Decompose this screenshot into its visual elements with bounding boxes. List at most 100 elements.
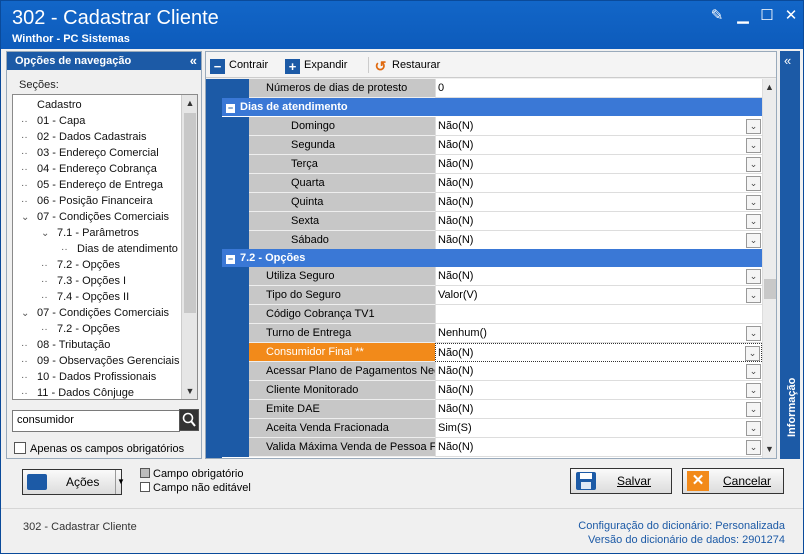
- row-value-select[interactable]: Não(N) ⌄: [435, 438, 762, 457]
- row-value-select[interactable]: Não(N) ⌄: [435, 343, 762, 362]
- grid-row[interactable]: Valida Máxima Venda de Pessoa Fís Não(N) ⌄: [222, 438, 762, 457]
- grid-row[interactable]: Quarta Não(N) ⌄: [222, 174, 762, 193]
- minimize-button[interactable]: ▁: [734, 7, 752, 25]
- tree-item[interactable]: ·· 04 - Endereço Cobrança: [21, 161, 157, 177]
- search-button[interactable]: [179, 409, 199, 431]
- grid-scrollbar[interactable]: ▲ ▼: [762, 79, 776, 458]
- chevron-down-icon[interactable]: ⌄: [746, 288, 761, 303]
- tree-item[interactable]: ·· 11 - Dados Cônjuge: [21, 385, 134, 399]
- grid-row-protest-days[interactable]: Números de dias de protesto 0: [222, 79, 762, 98]
- row-value-select[interactable]: [435, 305, 762, 324]
- row-value-select[interactable]: Não(N) ⌄: [435, 193, 762, 212]
- scroll-down-icon[interactable]: ▼: [182, 383, 197, 399]
- tree-item[interactable]: ·· 7.3 - Opções I: [41, 273, 126, 289]
- actions-button[interactable]: Ações ▼: [22, 469, 125, 495]
- tree-item[interactable]: ·· 01 - Capa: [21, 113, 85, 129]
- chevron-down-icon[interactable]: ⌄: [746, 440, 761, 455]
- row-value-select[interactable]: Não(N) ⌄: [435, 231, 762, 250]
- checkbox-box[interactable]: [14, 442, 26, 454]
- chevron-down-icon[interactable]: ⌄: [746, 214, 761, 229]
- search-input[interactable]: consumidor: [12, 410, 180, 432]
- save-button[interactable]: Salvar: [570, 468, 672, 494]
- sections-tree[interactable]: Cadastro ·· 01 - Capa ·· 02 - Dados Cadastra…: [12, 94, 198, 400]
- expand-panel-icon[interactable]: «: [784, 53, 791, 68]
- grid-row[interactable]: Segunda Não(N) ⌄: [222, 136, 762, 155]
- tree-item[interactable]: ·· 7.2 - Opções: [41, 257, 120, 273]
- tree-item[interactable]: ·· 03 - Endereço Comercial: [21, 145, 159, 161]
- chevron-down-icon[interactable]: ⌄: [21, 306, 37, 322]
- row-value-select[interactable]: Não(N) ⌄: [435, 267, 762, 286]
- tree-item[interactable]: ⌄ 7.1 - Parâmetros: [41, 225, 139, 241]
- collapse-button[interactable]: − Contrair: [210, 57, 268, 74]
- chevron-down-icon[interactable]: ⌄: [745, 346, 760, 361]
- maximize-button[interactable]: ☐: [758, 7, 776, 25]
- grid-row[interactable]: Cliente Monitorado Não(N) ⌄: [222, 381, 762, 400]
- row-value-select[interactable]: Não(N) ⌄: [435, 136, 762, 155]
- info-sidebar[interactable]: « Informação: [780, 51, 800, 459]
- dropdown-arrow-icon[interactable]: ▼: [115, 470, 125, 494]
- tree-item[interactable]: ·· 08 - Tributação: [21, 337, 110, 353]
- row-value-select[interactable]: Não(N) ⌄: [435, 212, 762, 231]
- chevron-down-icon[interactable]: ⌄: [21, 210, 37, 226]
- chevron-down-icon[interactable]: ⌄: [746, 364, 761, 379]
- grid-row[interactable]: Código Cobrança TV1: [222, 305, 762, 324]
- grid-row[interactable]: Sexta Não(N) ⌄: [222, 212, 762, 231]
- row-value-select[interactable]: Não(N) ⌄: [435, 362, 762, 381]
- chevron-down-icon[interactable]: ⌄: [746, 119, 761, 134]
- tree-item[interactable]: ·· Dias de atendimento: [61, 241, 178, 257]
- scroll-up-icon[interactable]: ▲: [763, 79, 776, 95]
- collapse-panel-icon[interactable]: «: [190, 52, 197, 70]
- row-value-select[interactable]: Não(N) ⌄: [435, 381, 762, 400]
- chevron-down-icon[interactable]: ⌄: [746, 383, 761, 398]
- restore-button[interactable]: ↺ Restaurar: [368, 57, 440, 74]
- group-header-dias[interactable]: − Dias de atendimento: [222, 98, 762, 116]
- row-value-select[interactable]: Valor(V) ⌄: [435, 286, 762, 305]
- scrollbar-thumb[interactable]: [764, 279, 776, 299]
- grid-row[interactable]: Sábado Não(N) ⌄: [222, 231, 762, 250]
- cancel-button[interactable]: ✕ Cancelar: [682, 468, 784, 494]
- scrollbar-thumb[interactable]: [184, 113, 196, 313]
- tree-item[interactable]: ·· 06 - Posição Financeira: [21, 193, 153, 209]
- chevron-down-icon[interactable]: ⌄: [746, 421, 761, 436]
- tree-item[interactable]: ·· 10 - Dados Profissionais: [21, 369, 156, 385]
- chevron-down-icon[interactable]: ⌄: [746, 157, 761, 172]
- row-value-input[interactable]: 0: [435, 79, 762, 98]
- chevron-down-icon[interactable]: ⌄: [746, 138, 761, 153]
- chevron-down-icon[interactable]: ⌄: [746, 402, 761, 417]
- row-value-select[interactable]: Não(N) ⌄: [435, 117, 762, 136]
- tree-item[interactable]: ·· 7.2 - Opções: [41, 321, 120, 337]
- tree-item[interactable]: ·· 09 - Observações Gerenciais: [21, 353, 179, 369]
- grid-row[interactable]: Emite DAE Não(N) ⌄: [222, 400, 762, 419]
- grid-row[interactable]: Domingo Não(N) ⌄: [222, 117, 762, 136]
- tree-item[interactable]: ·· 02 - Dados Cadastrais: [21, 129, 146, 145]
- tree-item[interactable]: Cadastro: [21, 97, 82, 113]
- collapse-group-icon[interactable]: −: [226, 104, 235, 113]
- tree-item[interactable]: ⌄ 07 - Condições Comerciais: [21, 305, 169, 321]
- chevron-down-icon[interactable]: ⌄: [746, 233, 761, 248]
- tree-item[interactable]: ·· 05 - Endereço de Entrega: [21, 177, 163, 193]
- grid-row-consumidor-final[interactable]: Consumidor Final ** Não(N) ⌄: [222, 343, 762, 362]
- chevron-down-icon[interactable]: ⌄: [41, 226, 57, 242]
- tree-scrollbar[interactable]: ▲ ▼: [181, 95, 197, 399]
- row-value-select[interactable]: Não(N) ⌄: [435, 400, 762, 419]
- close-button[interactable]: ✕: [782, 7, 800, 25]
- grid-row[interactable]: Aceita Venda Fracionada Sim(S) ⌄: [222, 419, 762, 438]
- chevron-down-icon[interactable]: ⌄: [746, 195, 761, 210]
- scroll-up-icon[interactable]: ▲: [182, 95, 197, 111]
- grid-row[interactable]: Tipo do Seguro Valor(V) ⌄: [222, 286, 762, 305]
- grid-row[interactable]: Utiliza Seguro Não(N) ⌄: [222, 267, 762, 286]
- chevron-down-icon[interactable]: ⌄: [746, 176, 761, 191]
- chevron-down-icon[interactable]: ⌄: [746, 269, 761, 284]
- required-only-checkbox[interactable]: Apenas os campos obrigatórios: [14, 442, 184, 455]
- collapse-group-icon[interactable]: −: [226, 255, 235, 264]
- grid-row[interactable]: Turno de Entrega Nenhum() ⌄: [222, 324, 762, 343]
- scroll-down-icon[interactable]: ▼: [763, 441, 776, 457]
- grid-row[interactable]: Quinta Não(N) ⌄: [222, 193, 762, 212]
- edit-icon[interactable]: ✎: [708, 7, 726, 25]
- row-value-select[interactable]: Não(N) ⌄: [435, 155, 762, 174]
- grid-row[interactable]: Terça Não(N) ⌄: [222, 155, 762, 174]
- expand-button[interactable]: + Expandir: [285, 57, 347, 74]
- tree-item[interactable]: ⌄ 07 - Condições Comerciais: [21, 209, 169, 225]
- tree-item[interactable]: ·· 7.4 - Opções II: [41, 289, 129, 305]
- group-header-opcoes[interactable]: −7.2 - Opções: [222, 249, 762, 267]
